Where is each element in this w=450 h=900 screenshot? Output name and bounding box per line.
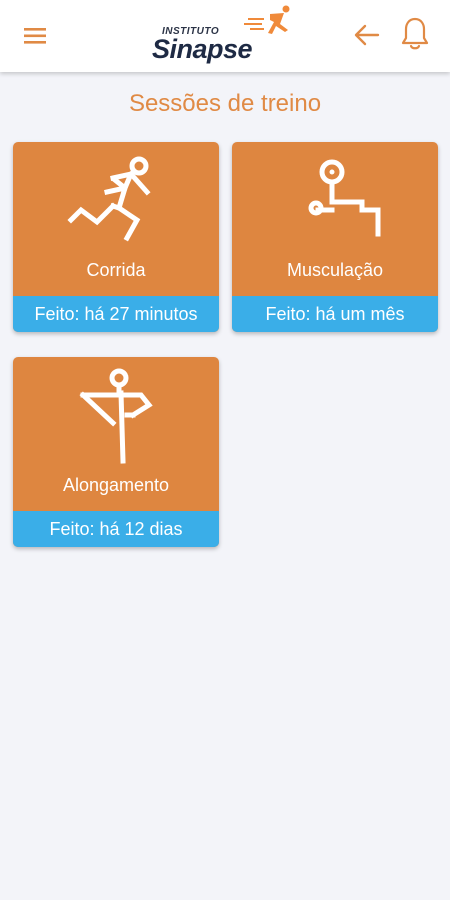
- session-label: Corrida: [86, 260, 146, 280]
- notifications-button[interactable]: [400, 16, 430, 52]
- stretching-icon: [13, 365, 219, 473]
- app-header: INSTITUTO Sinapse: [0, 0, 450, 72]
- session-card-alongamento[interactable]: Alongamento Feito: há 12 dias: [13, 357, 219, 547]
- session-card-musculacao[interactable]: Musculação Feito: há um mês: [232, 142, 438, 332]
- arrow-left-icon: [352, 24, 382, 54]
- running-icon: [13, 150, 219, 258]
- weightlifting-icon: [232, 150, 438, 258]
- session-label: Musculação: [286, 260, 384, 280]
- session-status: Feito: há um mês: [232, 296, 438, 332]
- session-label: Alongamento: [62, 475, 170, 495]
- session-status: Feito: há 27 minutos: [13, 296, 219, 332]
- page-title: Sessões de treino: [128, 90, 322, 117]
- hamburger-icon: [20, 22, 52, 50]
- back-button[interactable]: [352, 20, 382, 50]
- logo-main-text: Sinapse: [152, 34, 253, 64]
- session-card-corrida[interactable]: Corrida Feito: há 27 minutos: [13, 142, 219, 332]
- bell-icon: [400, 17, 430, 56]
- app-logo: INSTITUTO Sinapse: [150, 4, 300, 66]
- session-status: Feito: há 12 dias: [13, 511, 219, 547]
- menu-button[interactable]: [20, 22, 52, 50]
